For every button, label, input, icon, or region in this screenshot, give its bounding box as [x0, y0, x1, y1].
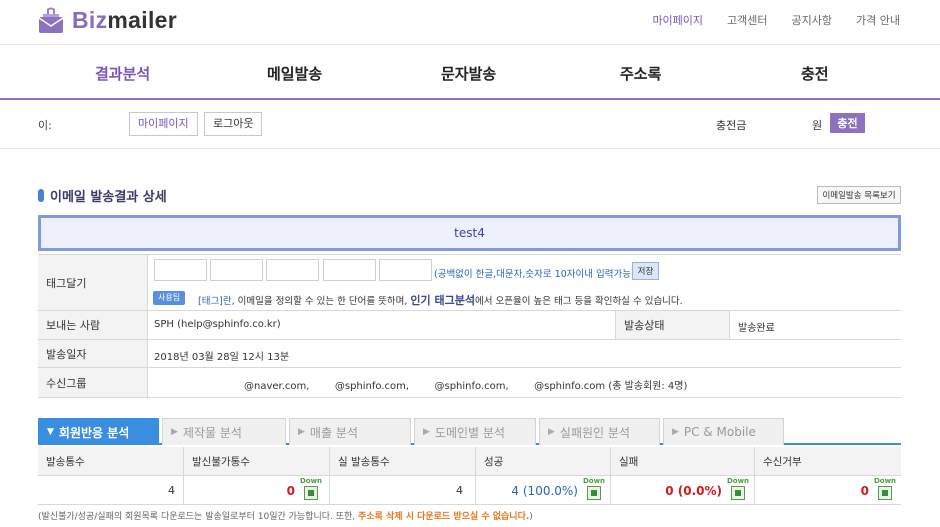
cell-success: 4 (100.0%) Down	[476, 476, 611, 504]
nav-send-sms[interactable]: 문자발송	[441, 63, 496, 84]
date-value: 2018년 03월 28일 12시 13분	[154, 352, 290, 363]
tab-domain-analysis[interactable]: ▶ 도메인별 분석	[414, 418, 536, 445]
usage-tip-badge: 사용팁	[153, 291, 186, 305]
mypage-button[interactable]: 마이페이지	[129, 112, 198, 136]
logo[interactable]: Bizmailer	[38, 6, 177, 34]
tag-description: [태그]란, 이메일을 정의할 수 있는 한 단어를 뜻하며, 인기 태그분석에…	[198, 294, 683, 307]
date-label: 발송일자	[38, 340, 148, 367]
caret-down-icon: ▼	[47, 427, 54, 437]
mail-list-button[interactable]: 이메일발송 목록보기	[817, 186, 901, 204]
excel-download-icon[interactable]: Down	[581, 477, 607, 501]
nav-charge[interactable]: 충전	[801, 63, 829, 84]
top-link-notice[interactable]: 공지사항	[792, 12, 832, 28]
chevron-right-icon: ▶	[672, 427, 679, 437]
mail-info-table: 태그달기 (공백없이 한글,대문자,숫자로 10자이내 입력가능) 저장 사용팁…	[38, 254, 901, 398]
tag-save-button[interactable]: 저장	[632, 262, 659, 280]
cell-failure: 0 (0.0%) Down	[611, 476, 755, 504]
main-nav: 결과분석 메일발송 문자발송 주소록 충전	[0, 44, 940, 100]
excel-download-icon[interactable]: Down	[872, 477, 898, 501]
tag-label: 태그달기	[38, 255, 148, 310]
cell-sent-count: 4	[38, 476, 184, 504]
sender-row: 보내는 사람 SPH (help@sphinfo.co.kr) 발송상태 발송완…	[38, 311, 901, 340]
user-id-label: 이:	[38, 119, 52, 132]
sender-value: SPH (help@sphinfo.co.kr)	[154, 319, 281, 330]
brand-name: Bizmailer	[72, 6, 177, 33]
mailbag-icon	[38, 6, 64, 34]
popular-tag-link[interactable]: 인기 태그분석	[410, 294, 475, 307]
chevron-right-icon: ▶	[171, 427, 178, 437]
tab-content-analysis[interactable]: ▶ 제작물 분석	[162, 418, 286, 445]
top-link-mypage[interactable]: 마이페이지	[652, 12, 703, 28]
chevron-right-icon: ▶	[298, 427, 305, 437]
status-label: 발송상태	[615, 311, 730, 339]
charge-balance-label: 충전금	[716, 119, 747, 132]
excel-download-icon[interactable]: Down	[298, 477, 324, 501]
tag-hint: (공백없이 한글,대문자,숫자로 10자이내 입력가능)	[434, 269, 635, 280]
logout-button[interactable]: 로그아웃	[204, 112, 263, 136]
cell-actual-sent: 4	[330, 476, 476, 504]
header-unsubscribe: 수신거부	[755, 447, 901, 476]
chevron-right-icon: ▶	[548, 427, 555, 437]
currency-label: 원	[812, 119, 823, 132]
cell-unsubscribe: 0 Down	[755, 476, 901, 504]
tag-input-1[interactable]	[154, 259, 207, 281]
group-value: @naver.com, @sphinfo.com, @sphinfo.com, …	[244, 381, 688, 392]
tab-sales-analysis[interactable]: ▶ 매출 분석	[289, 418, 411, 445]
tag-input-4[interactable]	[323, 259, 376, 281]
nav-send-mail[interactable]: 메일발송	[267, 63, 322, 84]
excel-download-icon[interactable]: Down	[725, 477, 751, 501]
tab-failure-analysis[interactable]: ▶ 실패원인 분석	[539, 418, 660, 445]
section-title: 이메일 발송결과 상세	[38, 186, 167, 205]
mail-title: test4	[38, 215, 901, 251]
download-footnote: (발신불가/성공/실패의 회원목록 다운로드는 발송일로부터 10일간 가능합니…	[38, 512, 533, 522]
header-success: 성공	[476, 447, 611, 476]
tag-input-5[interactable]	[379, 259, 432, 281]
stats-table: 발송통수 발신불가통수 실 발송통수 성공 실패 수신거부 4 0 Down 4…	[38, 447, 901, 505]
header-actual-sent: 실 발송통수	[330, 447, 476, 476]
tag-input-3[interactable]	[266, 259, 319, 281]
bullet-icon	[38, 189, 44, 202]
top-link-support[interactable]: 고객센터	[727, 12, 767, 28]
header-failure: 실패	[611, 447, 755, 476]
tag-input-2[interactable]	[210, 259, 263, 281]
sender-label: 보내는 사람	[38, 311, 148, 339]
status-value: 발송완료	[738, 323, 775, 334]
analysis-tabs: ▼ 회원반응 분석 ▶ 제작물 분석 ▶ 매출 분석 ▶ 도메인별 분석 ▶ 실패원인 분…	[38, 418, 901, 445]
nav-address-book[interactable]: 주소록	[620, 63, 661, 84]
group-row: 수신그룹 @naver.com, @sphinfo.com, @sphinfo.…	[38, 368, 901, 398]
tag-row: 태그달기 (공백없이 한글,대문자,숫자로 10자이내 입력가능) 저장 사용팁…	[38, 255, 901, 311]
top-links: 마이페이지 고객센터 공지사항 가격 안내	[652, 12, 900, 28]
account-bar: 이: 마이페이지 로그아웃 충전금 원	[0, 101, 940, 149]
header-sent-count: 발송통수	[38, 447, 184, 476]
nav-result-analysis[interactable]: 결과분석	[95, 63, 150, 84]
chevron-right-icon: ▶	[423, 427, 430, 437]
tab-member-response[interactable]: ▼ 회원반응 분석	[38, 418, 159, 445]
header: Bizmailer 마이페이지 고객센터 공지사항 가격 안내	[0, 0, 940, 44]
charge-button[interactable]: 충전	[830, 113, 865, 133]
top-link-pricing[interactable]: 가격 안내	[856, 12, 900, 28]
group-label: 수신그룹	[38, 368, 148, 397]
tab-pc-mobile[interactable]: ▶ PC & Mobile	[663, 418, 784, 445]
date-row: 발송일자 2018년 03월 28일 12시 13분	[38, 340, 901, 368]
cell-undeliverable: 0 Down	[184, 476, 330, 504]
header-undeliverable: 발신불가통수	[184, 447, 330, 476]
